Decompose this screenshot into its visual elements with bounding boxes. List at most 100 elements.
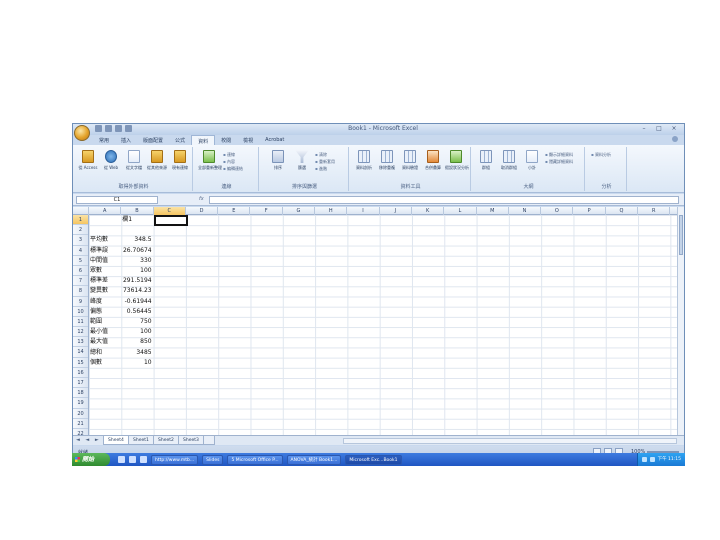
stat-value-cell[interactable]: 330 [122, 256, 151, 266]
stat-label-cell[interactable]: 最大值 [90, 337, 119, 347]
from-access-button[interactable]: 從 Access [77, 150, 99, 180]
column-header[interactable]: Q [606, 207, 639, 215]
column-header[interactable]: I [347, 207, 380, 215]
start-button[interactable]: 開始 [72, 453, 110, 466]
column-header[interactable]: N [509, 207, 542, 215]
taskbar-item[interactable]: 5 Microsoft Office P... [227, 454, 283, 465]
stat-value-cell[interactable]: -0.61944 [122, 297, 152, 307]
taskbar-item[interactable]: Microsoft Exc...Book1 [345, 454, 402, 465]
stat-label-cell[interactable]: 變異數 [90, 286, 119, 296]
from-text-button[interactable]: 從文字檔 [123, 150, 145, 180]
tab-insert[interactable]: 插入 [115, 135, 137, 145]
redo-icon[interactable] [115, 125, 122, 132]
column-header[interactable]: D [186, 207, 219, 215]
media-icon[interactable] [140, 456, 147, 463]
tab-data[interactable]: 資料 [191, 135, 216, 145]
stat-value-cell[interactable]: 750 [122, 317, 151, 327]
column-header[interactable]: R [638, 207, 671, 215]
column-header[interactable]: O [541, 207, 574, 215]
stat-label-cell[interactable]: 個數 [90, 358, 119, 368]
row-header[interactable]: 2 [73, 225, 88, 236]
row-header[interactable]: 14 [73, 347, 88, 358]
cell-area[interactable]: 欄1 平均數 348.5 標準誤 26.70674 中間值 330 眾數 100 標準差 291.5… [89, 215, 677, 435]
stat-label-cell[interactable]: 偏態 [90, 307, 119, 317]
stat-label-cell[interactable]: 中間值 [90, 256, 119, 266]
refresh-all-button[interactable]: 全部重新整理 [198, 150, 222, 180]
row-header[interactable]: 15 [73, 358, 88, 368]
insert-sheet-icon[interactable] [203, 436, 215, 445]
volume-icon[interactable] [649, 457, 655, 462]
active-cell[interactable] [153, 215, 188, 226]
subtotal-button[interactable]: 小計 [521, 150, 543, 180]
tab-home[interactable]: 常用 [93, 135, 115, 145]
formula-input[interactable] [209, 196, 679, 204]
row-header[interactable]: 10 [73, 307, 88, 317]
tab-formulas[interactable]: 公式 [169, 135, 191, 145]
horizontal-scrollbar[interactable] [343, 438, 677, 444]
clear-button[interactable]: 清除 [315, 151, 335, 158]
remove-duplicates-button[interactable]: 移除重複 [376, 150, 398, 180]
row-header[interactable]: 1 [73, 215, 88, 226]
tab-page-layout[interactable]: 版面配置 [137, 135, 169, 145]
help-icon[interactable] [672, 136, 678, 142]
row-header[interactable]: 11 [73, 317, 88, 328]
consolidate-button[interactable]: 合併彙算 [422, 150, 444, 180]
group-button[interactable]: 群組 [475, 150, 497, 180]
column-header[interactable]: B [121, 207, 154, 215]
column-header[interactable]: L [444, 207, 477, 215]
save-icon[interactable] [95, 125, 102, 132]
sheet-tab-sheet1[interactable]: Sheet1 [128, 436, 154, 445]
properties-button[interactable]: 內容 [223, 158, 243, 165]
column-header[interactable]: K [412, 207, 445, 215]
office-button[interactable] [74, 125, 90, 141]
column-header[interactable]: H [315, 207, 348, 215]
tab-acrobat[interactable]: Acrobat [259, 135, 290, 145]
stat-label-cell[interactable]: 峰度 [90, 297, 119, 307]
from-other-sources-button[interactable]: 從其他來源 [146, 150, 168, 180]
data-validation-button[interactable]: 資料驗證 [399, 150, 421, 180]
sheet-tab-sheet4[interactable]: Sheet4 [103, 436, 129, 445]
stat-value-cell[interactable]: 348.5 [122, 235, 151, 245]
network-icon[interactable] [641, 457, 647, 462]
stat-value-cell[interactable]: 0.56445 [122, 307, 152, 317]
row-header[interactable]: 4 [73, 246, 88, 256]
column-header[interactable]: J [380, 207, 412, 215]
stat-label-cell[interactable]: 標準誤 [90, 246, 119, 256]
row-header[interactable]: 13 [73, 337, 88, 348]
reapply-button[interactable]: 重新套用 [315, 158, 335, 165]
stat-value-cell[interactable]: 100 [122, 327, 151, 337]
stat-value-cell[interactable]: 3485 [122, 348, 151, 358]
maximize-button[interactable]: □ [653, 125, 665, 133]
sheet-tab-sheet2[interactable]: Sheet2 [153, 436, 179, 445]
row-header[interactable]: 6 [73, 266, 88, 277]
column-header[interactable]: F [251, 207, 283, 215]
ungroup-button[interactable]: 取消群組 [498, 150, 520, 180]
close-button[interactable]: × [668, 125, 680, 133]
column-header[interactable]: G [283, 207, 316, 215]
stat-label-cell[interactable]: 標準差 [90, 276, 119, 286]
text-to-columns-button[interactable]: 資料剖析 [353, 150, 375, 180]
stat-label-cell[interactable]: 平均數 [90, 235, 119, 245]
row-header[interactable]: 8 [73, 286, 88, 297]
row-header[interactable]: 12 [73, 327, 88, 338]
data-analysis-button[interactable]: 資料分析 [591, 151, 611, 158]
vertical-scrollbar[interactable] [677, 207, 684, 435]
name-box[interactable]: C1 [76, 196, 158, 204]
column-header[interactable]: P [574, 207, 606, 215]
stat-label-cell[interactable]: 最小值 [90, 327, 119, 337]
row-header[interactable]: 17 [73, 378, 88, 389]
row-header[interactable]: 9 [73, 297, 88, 307]
stat-label-cell[interactable]: 總和 [90, 348, 119, 358]
row-header[interactable]: 16 [73, 368, 88, 378]
taskbar-item[interactable]: http://www.mtb... [151, 454, 199, 465]
taskbar-item[interactable]: Slides [202, 454, 224, 465]
tab-review[interactable]: 校閱 [215, 135, 237, 145]
desktop-icon[interactable] [129, 456, 136, 463]
what-if-analysis-button[interactable]: 假設狀況分析 [445, 150, 469, 180]
show-detail-button[interactable]: 顯示詳細資料 [545, 151, 573, 158]
column-header[interactable]: M [477, 207, 509, 215]
stat-value-cell[interactable]: 26.70674 [122, 246, 152, 256]
stat-label-cell[interactable]: 範圍 [90, 317, 119, 327]
row-header[interactable]: 5 [73, 256, 88, 266]
row-header[interactable]: 7 [73, 276, 88, 287]
